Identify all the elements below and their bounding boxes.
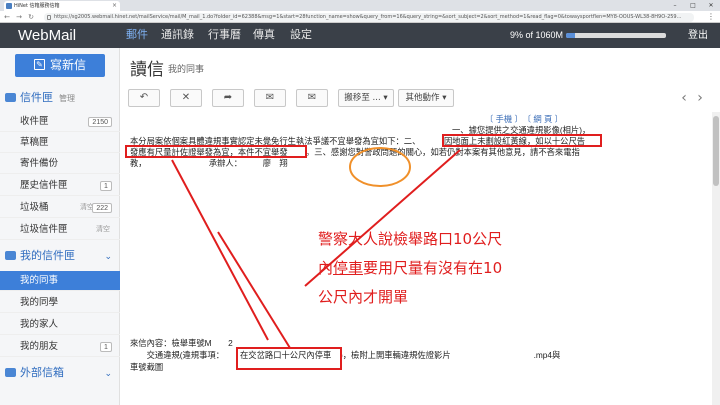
- arrow-line-1: [171, 159, 269, 341]
- annotation-line-1: 警察大人說檢舉路口10公尺: [318, 230, 503, 248]
- annotation-line-2: 內停車要用尺量有沒有在10: [318, 255, 502, 281]
- annotation-line-3: 公尺內才開單: [318, 288, 409, 306]
- annotation-overlay: [171, 147, 461, 349]
- annotation-line-2-pre: 內: [318, 259, 334, 277]
- scrollbar-thumb[interactable]: [713, 116, 719, 186]
- orange-circle: [349, 147, 411, 187]
- annotation-line-2-underlined: 停車: [333, 259, 364, 277]
- annotation-line-2-post: 要用尺量有沒有在10: [363, 259, 503, 277]
- arrow-line-2: [217, 231, 291, 349]
